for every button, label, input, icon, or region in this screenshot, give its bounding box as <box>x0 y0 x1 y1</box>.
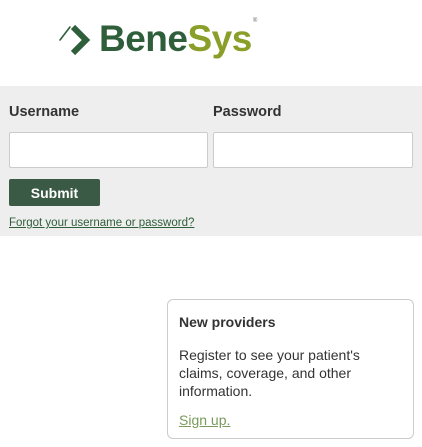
forgot-credentials-link[interactable]: Forgot your username or password? <box>9 217 194 229</box>
new-providers-description: Register to see your patient's claims, c… <box>179 347 360 399</box>
submit-button[interactable]: Submit <box>9 179 100 206</box>
benesys-logo: BeneSys ® <box>56 8 257 68</box>
logo-wordmark: BeneSys <box>99 17 252 59</box>
new-providers-heading: New providers <box>179 314 276 330</box>
username-label: Username <box>9 104 80 120</box>
chevron-logo-icon <box>59 24 91 56</box>
login-panel: Username Password Submit Forgot your use… <box>0 86 422 236</box>
username-input[interactable] <box>9 132 208 168</box>
trademark-symbol: ® <box>252 18 258 24</box>
password-input[interactable] <box>213 132 413 168</box>
sign-up-link[interactable]: Sign up. <box>179 412 230 428</box>
password-label: Password <box>213 104 282 120</box>
new-providers-panel: New providers Register to see your patie… <box>167 299 414 439</box>
